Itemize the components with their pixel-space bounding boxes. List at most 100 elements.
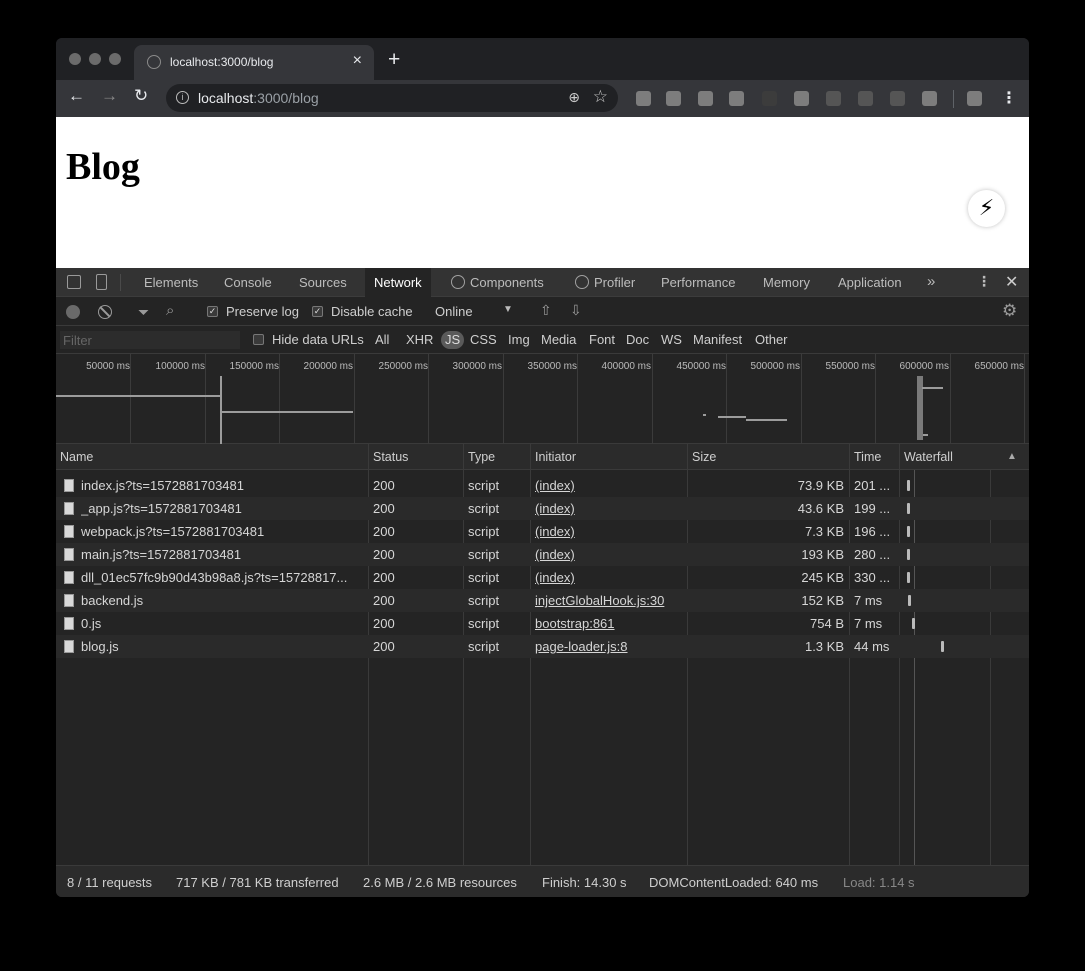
col-initiator[interactable]: Initiator (535, 450, 576, 464)
inspect-element-icon[interactable] (67, 275, 81, 289)
search-icon[interactable]: ⌕ (166, 302, 174, 319)
type-all[interactable]: All (375, 332, 389, 347)
network-overview[interactable]: 50000 ms 100000 ms 150000 ms 200000 ms 2… (56, 354, 1029, 444)
waterfall-bar[interactable] (907, 572, 910, 583)
browser-tab[interactable]: localhost:3000/blog × (134, 45, 374, 80)
clear-icon[interactable] (98, 305, 112, 319)
puzzle-extension-icon[interactable] (858, 91, 873, 106)
request-initiator-link[interactable]: bootstrap:861 (535, 616, 683, 631)
request-initiator-link[interactable]: (index) (535, 547, 683, 562)
table-row[interactable]: index.js?ts=1572881703481 200 script (index… (56, 474, 1029, 497)
profile-avatar-icon[interactable] (967, 91, 982, 106)
back-arrow-icon[interactable]: ← (68, 87, 85, 104)
tab-console[interactable]: Console (215, 268, 281, 297)
maximize-window-button[interactable] (109, 53, 121, 65)
request-name[interactable]: blog.js (81, 639, 359, 654)
tab-components[interactable]: Components (442, 268, 553, 297)
info-icon[interactable]: i (176, 91, 189, 104)
waterfall-bar[interactable] (907, 480, 910, 491)
bug-extension-icon[interactable] (922, 91, 937, 106)
type-img[interactable]: Img (508, 332, 530, 347)
type-ws[interactable]: WS (661, 332, 682, 347)
record-icon[interactable] (66, 305, 80, 319)
preserve-log-checkbox[interactable]: ✓ (207, 306, 218, 317)
type-media[interactable]: Media (541, 332, 576, 347)
type-css[interactable]: CSS (470, 332, 497, 347)
request-initiator-link[interactable]: (index) (535, 524, 683, 539)
waterfall-bar[interactable] (912, 618, 915, 629)
close-window-button[interactable] (69, 53, 81, 65)
tab-sources[interactable]: Sources (290, 268, 356, 297)
zoom-icon[interactable]: ⊕ (568, 89, 580, 106)
tab-network[interactable]: Network (365, 268, 431, 297)
dark-extension-icon[interactable] (762, 91, 777, 106)
reload-icon[interactable]: ↻ (134, 87, 148, 104)
request-name[interactable]: index.js?ts=1572881703481 (81, 478, 359, 493)
waterfall-bar[interactable] (907, 526, 910, 537)
sort-ascending-icon[interactable]: ▲ (1007, 451, 1017, 462)
hide-data-urls-checkbox[interactable] (253, 334, 264, 345)
table-row[interactable]: webpack.js?ts=1572881703481 200 script (ind… (56, 520, 1029, 543)
bookmark-star-icon[interactable]: ☆ (593, 87, 608, 107)
table-row[interactable]: dll_01ec57fc9b90d43b98a8.js?ts=15728817.… (56, 566, 1029, 589)
forward-arrow-icon[interactable]: → (101, 87, 118, 104)
gear-icon[interactable]: ⚙ (1002, 301, 1017, 321)
col-name[interactable]: Name (60, 450, 93, 464)
request-name[interactable]: dll_01ec57fc9b90d43b98a8.js?ts=15728817.… (81, 570, 359, 585)
type-xhr[interactable]: XHR (406, 332, 433, 347)
type-doc[interactable]: Doc (626, 332, 649, 347)
col-status[interactable]: Status (373, 450, 408, 464)
request-initiator-link[interactable]: (index) (535, 570, 683, 585)
request-initiator-link[interactable]: (index) (535, 501, 683, 516)
tab-memory[interactable]: Memory (754, 268, 819, 297)
pocket-extension-icon[interactable] (636, 91, 651, 106)
table-row[interactable]: main.js?ts=1572881703481 200 script (index)… (56, 543, 1029, 566)
request-name[interactable]: 0.js (81, 616, 359, 631)
col-type[interactable]: Type (468, 450, 495, 464)
type-other[interactable]: Other (755, 332, 788, 347)
export-har-icon[interactable]: ⇩ (570, 302, 582, 319)
waterfall-bar[interactable] (907, 503, 910, 514)
table-row[interactable]: 0.js 200 script bootstrap:861 754 B 7 ms (56, 612, 1029, 635)
type-manifest[interactable]: Manifest (693, 332, 742, 347)
type-js[interactable]: JS (441, 331, 465, 349)
minimize-window-button[interactable] (89, 53, 101, 65)
col-time[interactable]: Time (854, 450, 881, 464)
disable-cache-checkbox[interactable]: ✓ (312, 306, 323, 317)
table-row[interactable]: backend.js 200 script injectGlobalHook.js:3… (56, 589, 1029, 612)
import-har-icon[interactable]: ⇧ (540, 302, 552, 319)
waterfall-bar[interactable] (908, 595, 911, 606)
ghost-extension-icon[interactable] (729, 91, 744, 106)
tab-profiler[interactable]: Profiler (566, 268, 644, 297)
address-bar[interactable]: i localhost:3000/blog ⊕ ☆ (166, 84, 618, 112)
tab-performance[interactable]: Performance (652, 268, 744, 297)
close-tab-icon[interactable]: × (353, 52, 362, 70)
close-devtools-icon[interactable]: ✕ (1005, 272, 1018, 292)
request-initiator-link[interactable]: page-loader.js:8 (535, 639, 683, 654)
flag-extension-icon[interactable] (698, 91, 713, 106)
request-name[interactable]: backend.js (81, 593, 359, 608)
col-size[interactable]: Size (692, 450, 716, 464)
waterfall-bar[interactable] (941, 641, 944, 652)
info-extension-icon[interactable] (826, 91, 841, 106)
request-name[interactable]: _app.js?ts=1572881703481 (81, 501, 359, 516)
device-toolbar-icon[interactable] (96, 274, 107, 290)
more-tabs-icon[interactable]: » (927, 273, 935, 290)
shield-extension-icon[interactable] (666, 91, 681, 106)
col-waterfall[interactable]: Waterfall (904, 450, 953, 464)
css-extension-icon[interactable] (890, 91, 905, 106)
throttling-select[interactable]: Online (435, 304, 473, 319)
table-row[interactable]: _app.js?ts=1572881703481 200 script (index)… (56, 497, 1029, 520)
devtools-menu-icon[interactable]: ⋮ (977, 273, 991, 290)
new-tab-button[interactable]: + (388, 49, 400, 70)
type-font[interactable]: Font (589, 332, 615, 347)
request-name[interactable]: webpack.js?ts=1572881703481 (81, 524, 359, 539)
request-initiator-link[interactable]: injectGlobalHook.js:30 (535, 593, 683, 608)
tab-elements[interactable]: Elements (135, 268, 207, 297)
tab-application[interactable]: Application (829, 268, 911, 297)
ublock-extension-icon[interactable] (794, 91, 809, 106)
browser-menu-icon[interactable]: ⋮ (1001, 88, 1017, 108)
table-row[interactable]: blog.js 200 script page-loader.js:8 1.3 KB 44… (56, 635, 1029, 658)
request-initiator-link[interactable]: (index) (535, 478, 683, 493)
address-text[interactable]: localhost:3000/blog (198, 90, 319, 106)
